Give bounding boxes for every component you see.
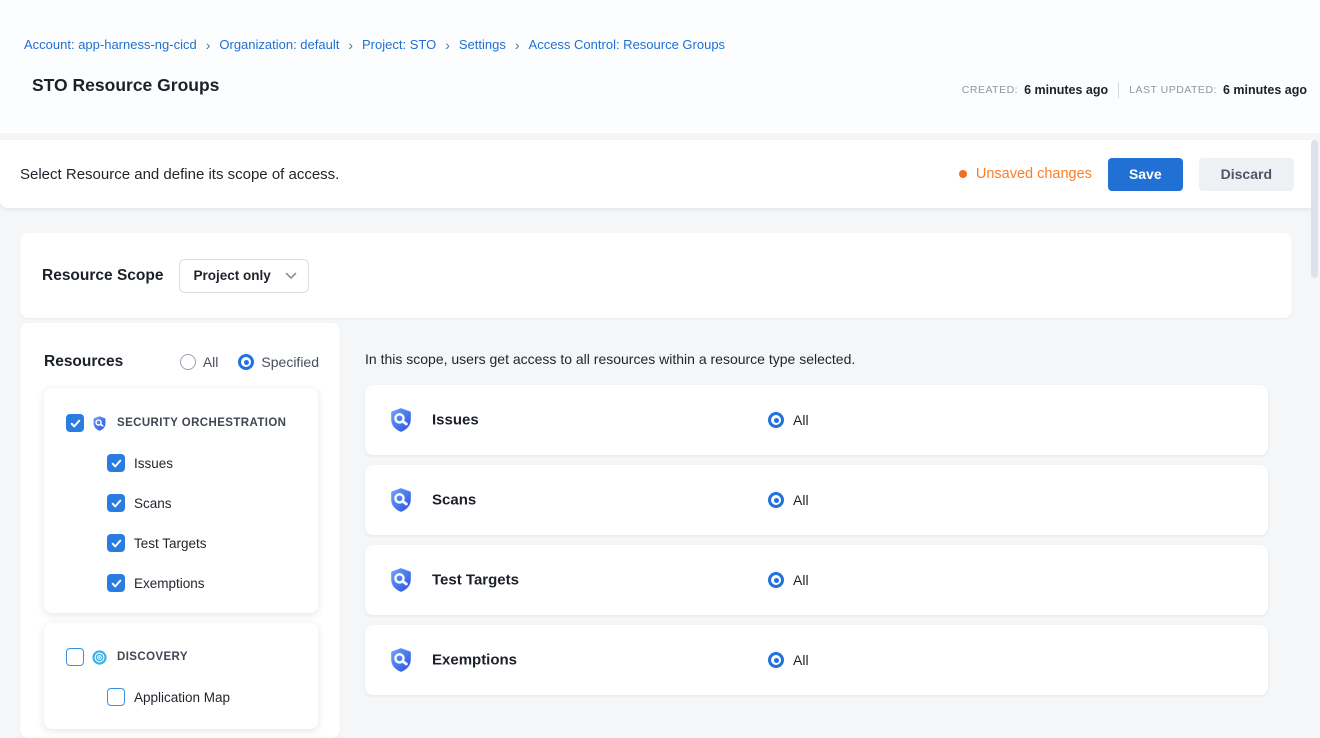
tree-row-test-targets: Test Targets: [107, 534, 207, 552]
scope-description: In this scope, users get access to all r…: [365, 351, 855, 367]
sto-shield-icon: [91, 415, 108, 432]
checkbox-discovery[interactable]: [66, 648, 84, 666]
breadcrumb-link-project[interactable]: Project: STO: [362, 37, 436, 52]
checkbox-security-orchestration[interactable]: [66, 414, 84, 432]
save-button[interactable]: Save: [1108, 158, 1183, 191]
chevron-right-icon: ›: [445, 37, 450, 52]
group-row-security-orchestration: SECURITY ORCHESTRATION: [66, 414, 286, 432]
radio-scans-all[interactable]: [768, 492, 784, 508]
card-title-issues: Issues: [432, 412, 479, 429]
access-radio-scans[interactable]: All: [768, 492, 809, 508]
last-updated-value: 6 minutes ago: [1223, 83, 1307, 97]
page-header: Account: app-harness-ng-cicd › Organizat…: [0, 0, 1320, 133]
radio-test-targets-all[interactable]: [768, 572, 784, 588]
discard-button[interactable]: Discard: [1199, 158, 1294, 191]
chevron-right-icon: ›: [206, 37, 211, 52]
resource-card-exemptions: Exemptions All: [365, 625, 1268, 695]
sto-shield-icon: [387, 566, 415, 594]
group-card-security-orchestration: SECURITY ORCHESTRATION Issues Scans Test…: [44, 388, 318, 613]
breadcrumb: Account: app-harness-ng-cicd › Organizat…: [24, 37, 725, 52]
access-radio-issues[interactable]: All: [768, 412, 809, 428]
radio-specified-label: Specified: [261, 354, 319, 370]
access-radio-exemptions[interactable]: All: [768, 652, 809, 668]
group-label-security-orchestration: SECURITY ORCHESTRATION: [117, 417, 286, 429]
card-title-exemptions: Exemptions: [432, 652, 517, 669]
label-exemptions[interactable]: Exemptions: [134, 576, 205, 591]
group-row-discovery: DISCOVERY: [66, 648, 188, 666]
resource-scope-label: Resource Scope: [42, 267, 163, 285]
checkbox-test-targets[interactable]: [107, 534, 125, 552]
breadcrumb-link-settings[interactable]: Settings: [459, 37, 506, 52]
sto-shield-icon: [387, 486, 415, 514]
label-application-map[interactable]: Application Map: [134, 690, 230, 705]
label-test-targets[interactable]: Test Targets: [134, 536, 207, 551]
tree-row-issues: Issues: [107, 454, 173, 472]
page-title: STO Resource Groups: [32, 75, 219, 96]
group-label-discovery: DISCOVERY: [117, 651, 188, 663]
resource-card-scans: Scans All: [365, 465, 1268, 535]
chevron-down-icon: [285, 272, 297, 280]
checkbox-issues[interactable]: [107, 454, 125, 472]
group-card-discovery: DISCOVERY Application Map: [44, 623, 318, 729]
timestamps: CREATED: 6 minutes ago LAST UPDATED: 6 m…: [962, 82, 1307, 98]
action-toolbar: Select Resource and define its scope of …: [0, 140, 1316, 208]
resources-title: Resources: [44, 353, 123, 371]
created-value: 6 minutes ago: [1024, 83, 1108, 97]
checkbox-scans[interactable]: [107, 494, 125, 512]
resource-scope-card: Resource Scope Project only: [20, 233, 1292, 318]
card-title-scans: Scans: [432, 492, 476, 509]
radio-scans-all-label: All: [793, 492, 809, 508]
resources-panel: Resources All Specified SECURITY ORCHEST…: [20, 323, 340, 738]
resources-mode-radio-group: All Specified: [180, 354, 319, 370]
label-issues[interactable]: Issues: [134, 456, 173, 471]
page-scrollbar-thumb[interactable]: [1311, 140, 1318, 278]
unsaved-changes-label: Unsaved changes: [976, 166, 1092, 182]
resource-scope-selected-value: Project only: [193, 268, 270, 283]
meta-divider: [1118, 82, 1119, 98]
tree-row-exemptions: Exemptions: [107, 574, 205, 592]
radio-all-label: All: [203, 354, 219, 370]
unsaved-indicator-dot: [959, 170, 967, 178]
tree-row-application-map: Application Map: [107, 688, 230, 706]
checkbox-application-map[interactable]: [107, 688, 125, 706]
resource-card-test-targets: Test Targets All: [365, 545, 1268, 615]
card-title-test-targets: Test Targets: [432, 572, 519, 589]
sto-shield-icon: [387, 406, 415, 434]
unsaved-changes-status: Unsaved changes: [959, 166, 1092, 182]
radio-all-control[interactable]: [180, 354, 196, 370]
breadcrumb-link-resource-groups[interactable]: Access Control: Resource Groups: [529, 37, 726, 52]
tree-row-scans: Scans: [107, 494, 172, 512]
last-updated-label: LAST UPDATED:: [1129, 84, 1217, 96]
breadcrumb-link-account[interactable]: Account: app-harness-ng-cicd: [24, 37, 197, 52]
radio-all[interactable]: All: [180, 354, 219, 370]
label-scans[interactable]: Scans: [134, 496, 172, 511]
discovery-icon: [91, 649, 108, 666]
radio-exemptions-all-label: All: [793, 652, 809, 668]
resource-scope-select[interactable]: Project only: [179, 259, 309, 293]
radio-specified[interactable]: Specified: [238, 354, 319, 370]
chevron-right-icon: ›: [515, 37, 520, 52]
radio-test-targets-all-label: All: [793, 572, 809, 588]
toolbar-description: Select Resource and define its scope of …: [20, 166, 339, 183]
radio-exemptions-all[interactable]: [768, 652, 784, 668]
resource-card-issues: Issues All: [365, 385, 1268, 455]
checkbox-exemptions[interactable]: [107, 574, 125, 592]
access-radio-test-targets[interactable]: All: [768, 572, 809, 588]
created-label: CREATED:: [962, 84, 1018, 96]
radio-issues-all-label: All: [793, 412, 809, 428]
radio-issues-all[interactable]: [768, 412, 784, 428]
radio-specified-control[interactable]: [238, 354, 254, 370]
sto-shield-icon: [387, 646, 415, 674]
breadcrumb-link-organization[interactable]: Organization: default: [219, 37, 339, 52]
chevron-right-icon: ›: [348, 37, 353, 52]
